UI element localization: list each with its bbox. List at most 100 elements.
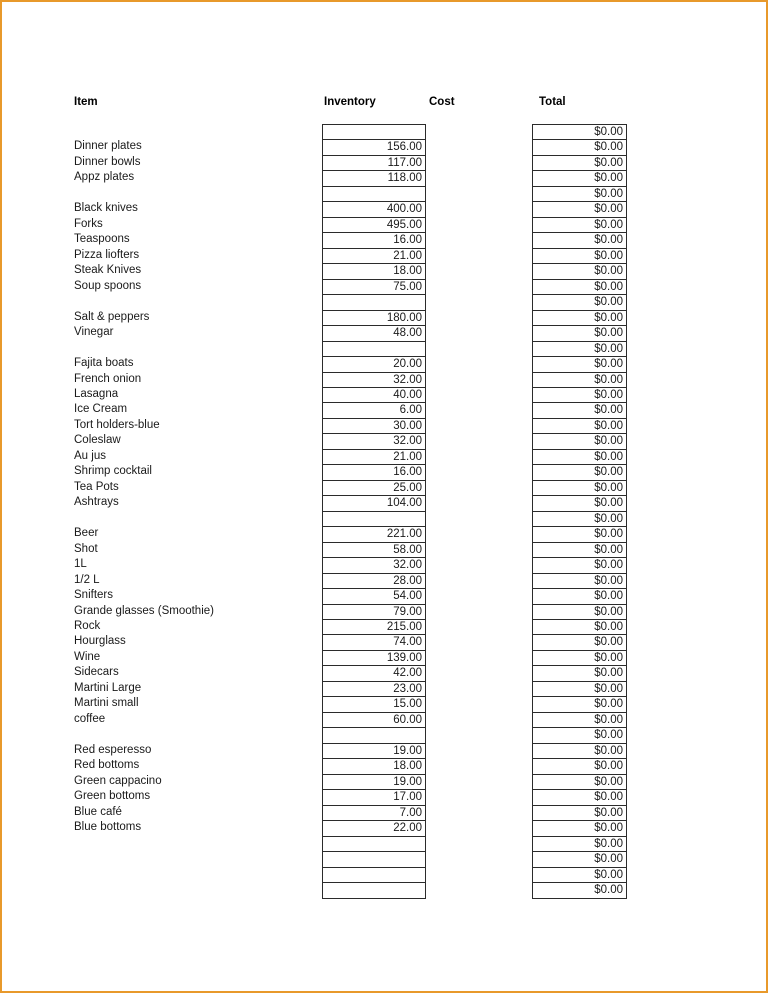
inventory-cell[interactable]: 48.00 (323, 326, 425, 342)
total-cell[interactable]: $0.00 (533, 217, 626, 234)
total-cell[interactable]: $0.00 (533, 697, 626, 713)
total-column[interactable]: $0.00 $0.00 $0.00 $0.00 $0.00 $0.00 $0.00 $0.00… (532, 124, 627, 900)
total-cell[interactable]: $0.00 (533, 836, 626, 853)
inventory-cell[interactable]: 6.00 (323, 403, 425, 419)
total-cell[interactable]: $0.00 (533, 465, 626, 481)
total-cell[interactable]: $0.00 (533, 805, 626, 822)
total-cell[interactable]: $0.00 (533, 558, 626, 574)
total-cell[interactable]: $0.00 (533, 774, 626, 791)
inventory-cell[interactable] (323, 125, 425, 141)
total-cell[interactable]: $0.00 (533, 790, 626, 806)
total-cell[interactable]: $0.00 (533, 573, 626, 590)
total-cell[interactable]: $0.00 (533, 712, 626, 729)
total-cell[interactable]: $0.00 (533, 759, 626, 775)
total-cell[interactable]: $0.00 (533, 666, 626, 682)
inventory-cell[interactable]: 17.00 (323, 790, 425, 806)
total-cell[interactable]: $0.00 (533, 341, 626, 358)
total-cell[interactable]: $0.00 (533, 527, 626, 543)
total-cell[interactable]: $0.00 (533, 496, 626, 512)
total-cell[interactable]: $0.00 (533, 279, 626, 296)
inventory-cell[interactable]: 32.00 (323, 434, 425, 450)
inventory-cell[interactable]: 32.00 (323, 372, 425, 388)
inventory-cell[interactable]: 139.00 (323, 650, 425, 667)
inventory-cell[interactable] (323, 341, 425, 358)
inventory-cell[interactable]: 18.00 (323, 264, 425, 280)
inventory-cell[interactable]: 495.00 (323, 217, 425, 234)
total-cell[interactable]: $0.00 (533, 589, 626, 605)
inventory-cell[interactable]: 15.00 (323, 697, 425, 713)
total-cell[interactable]: $0.00 (533, 248, 626, 265)
total-cell[interactable]: $0.00 (533, 449, 626, 466)
inventory-cell[interactable]: 19.00 (323, 743, 425, 760)
total-cell[interactable]: $0.00 (533, 140, 626, 156)
inventory-cell[interactable]: 400.00 (323, 202, 425, 218)
inventory-cell[interactable]: 22.00 (323, 821, 425, 837)
total-cell[interactable]: $0.00 (533, 357, 626, 373)
total-cell[interactable]: $0.00 (533, 295, 626, 311)
inventory-cell[interactable] (323, 867, 425, 883)
total-cell[interactable]: $0.00 (533, 387, 626, 404)
inventory-cell[interactable]: 23.00 (323, 681, 425, 698)
total-cell[interactable]: $0.00 (533, 635, 626, 651)
inventory-cell[interactable]: 180.00 (323, 310, 425, 327)
inventory-cell[interactable]: 21.00 (323, 248, 425, 265)
inventory-cell[interactable]: 30.00 (323, 418, 425, 435)
total-cell[interactable]: $0.00 (533, 264, 626, 280)
total-cell[interactable]: $0.00 (533, 650, 626, 667)
total-cell[interactable]: $0.00 (533, 125, 626, 141)
total-cell[interactable]: $0.00 (533, 620, 626, 636)
inventory-cell[interactable]: 16.00 (323, 233, 425, 249)
total-cell[interactable]: $0.00 (533, 418, 626, 435)
inventory-cell[interactable]: 58.00 (323, 542, 425, 559)
total-cell[interactable]: $0.00 (533, 202, 626, 218)
total-cell[interactable]: $0.00 (533, 743, 626, 760)
inventory-cell[interactable]: 79.00 (323, 604, 425, 620)
inventory-cell[interactable] (323, 186, 425, 203)
total-cell[interactable]: $0.00 (533, 882, 626, 899)
inventory-cell[interactable]: 75.00 (323, 279, 425, 296)
total-cell[interactable]: $0.00 (533, 511, 626, 528)
inventory-cell[interactable]: 19.00 (323, 774, 425, 791)
total-cell[interactable]: $0.00 (533, 326, 626, 342)
inventory-cell[interactable]: 118.00 (323, 171, 425, 187)
total-cell[interactable]: $0.00 (533, 867, 626, 883)
inventory-column[interactable]: 156.00 117.00 118.00 400.00 495.00 16.00 21.00… (322, 124, 426, 900)
total-cell[interactable]: $0.00 (533, 233, 626, 249)
inventory-cell[interactable]: 16.00 (323, 465, 425, 481)
inventory-cell[interactable]: 60.00 (323, 712, 425, 729)
inventory-cell[interactable]: 117.00 (323, 155, 425, 172)
total-cell[interactable]: $0.00 (533, 480, 626, 497)
inventory-cell[interactable]: 28.00 (323, 573, 425, 590)
inventory-cell[interactable]: 40.00 (323, 387, 425, 404)
total-cell[interactable]: $0.00 (533, 434, 626, 450)
inventory-cell[interactable] (323, 852, 425, 868)
inventory-cell[interactable]: 156.00 (323, 140, 425, 156)
inventory-cell[interactable] (323, 882, 425, 899)
total-cell[interactable]: $0.00 (533, 403, 626, 419)
inventory-cell[interactable]: 20.00 (323, 357, 425, 373)
total-cell[interactable]: $0.00 (533, 681, 626, 698)
inventory-cell[interactable]: 21.00 (323, 449, 425, 466)
inventory-cell[interactable] (323, 836, 425, 853)
total-cell[interactable]: $0.00 (533, 542, 626, 559)
inventory-cell[interactable]: 221.00 (323, 527, 425, 543)
total-cell[interactable]: $0.00 (533, 821, 626, 837)
inventory-cell[interactable]: 54.00 (323, 589, 425, 605)
total-cell[interactable]: $0.00 (533, 186, 626, 203)
inventory-cell[interactable]: 215.00 (323, 620, 425, 636)
inventory-cell[interactable]: 7.00 (323, 805, 425, 822)
inventory-cell[interactable]: 74.00 (323, 635, 425, 651)
inventory-cell[interactable] (323, 511, 425, 528)
total-cell[interactable]: $0.00 (533, 852, 626, 868)
inventory-cell[interactable]: 25.00 (323, 480, 425, 497)
total-cell[interactable]: $0.00 (533, 171, 626, 187)
inventory-cell[interactable]: 42.00 (323, 666, 425, 682)
inventory-cell[interactable]: 18.00 (323, 759, 425, 775)
total-cell[interactable]: $0.00 (533, 310, 626, 327)
inventory-cell[interactable] (323, 728, 425, 744)
total-cell[interactable]: $0.00 (533, 728, 626, 744)
inventory-cell[interactable]: 104.00 (323, 496, 425, 512)
inventory-cell[interactable] (323, 295, 425, 311)
total-cell[interactable]: $0.00 (533, 155, 626, 172)
inventory-cell[interactable]: 32.00 (323, 558, 425, 574)
